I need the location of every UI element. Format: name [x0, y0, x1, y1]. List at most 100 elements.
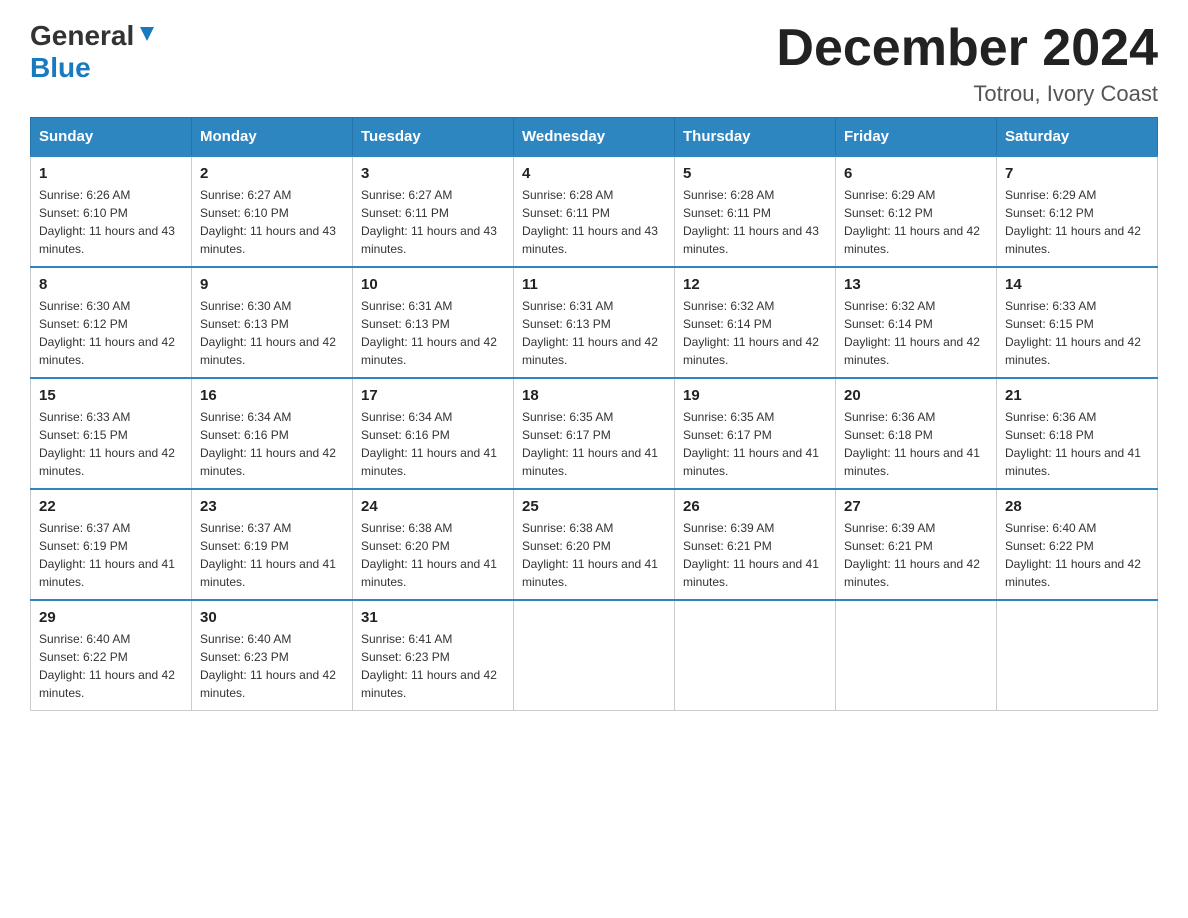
calendar-day-cell: 8 Sunrise: 6:30 AMSunset: 6:12 PMDayligh… — [31, 267, 192, 378]
day-info: Sunrise: 6:29 AMSunset: 6:12 PMDaylight:… — [844, 188, 980, 256]
day-info: Sunrise: 6:41 AMSunset: 6:23 PMDaylight:… — [361, 632, 497, 700]
day-number: 20 — [844, 387, 988, 404]
calendar-day-cell — [836, 600, 997, 711]
calendar-day-cell: 9 Sunrise: 6:30 AMSunset: 6:13 PMDayligh… — [192, 267, 353, 378]
calendar-day-cell: 25 Sunrise: 6:38 AMSunset: 6:20 PMDaylig… — [514, 489, 675, 600]
day-info: Sunrise: 6:40 AMSunset: 6:23 PMDaylight:… — [200, 632, 336, 700]
day-info: Sunrise: 6:29 AMSunset: 6:12 PMDaylight:… — [1005, 188, 1141, 256]
day-number: 31 — [361, 609, 505, 626]
day-number: 2 — [200, 165, 344, 182]
day-info: Sunrise: 6:38 AMSunset: 6:20 PMDaylight:… — [522, 521, 658, 589]
day-info: Sunrise: 6:30 AMSunset: 6:12 PMDaylight:… — [39, 299, 175, 367]
calendar-day-cell — [997, 600, 1158, 711]
calendar-week-row: 1 Sunrise: 6:26 AMSunset: 6:10 PMDayligh… — [31, 156, 1158, 267]
day-number: 19 — [683, 387, 827, 404]
calendar-day-cell: 4 Sunrise: 6:28 AMSunset: 6:11 PMDayligh… — [514, 156, 675, 267]
day-info: Sunrise: 6:38 AMSunset: 6:20 PMDaylight:… — [361, 521, 497, 589]
day-number: 14 — [1005, 276, 1149, 293]
logo-arrow-icon — [134, 27, 158, 45]
day-number: 4 — [522, 165, 666, 182]
calendar-day-cell — [514, 600, 675, 711]
calendar-day-cell: 17 Sunrise: 6:34 AMSunset: 6:16 PMDaylig… — [353, 378, 514, 489]
calendar-day-cell: 28 Sunrise: 6:40 AMSunset: 6:22 PMDaylig… — [997, 489, 1158, 600]
day-number: 29 — [39, 609, 183, 626]
calendar-day-cell — [675, 600, 836, 711]
day-info: Sunrise: 6:35 AMSunset: 6:17 PMDaylight:… — [683, 410, 819, 478]
calendar-day-cell: 15 Sunrise: 6:33 AMSunset: 6:15 PMDaylig… — [31, 378, 192, 489]
day-number: 25 — [522, 498, 666, 515]
day-number: 21 — [1005, 387, 1149, 404]
day-number: 26 — [683, 498, 827, 515]
calendar-day-cell: 27 Sunrise: 6:39 AMSunset: 6:21 PMDaylig… — [836, 489, 997, 600]
title-block: December 2024 Totrou, Ivory Coast — [776, 20, 1158, 107]
day-number: 28 — [1005, 498, 1149, 515]
calendar-day-cell: 13 Sunrise: 6:32 AMSunset: 6:14 PMDaylig… — [836, 267, 997, 378]
page-subtitle: Totrou, Ivory Coast — [776, 81, 1158, 107]
calendar-day-cell: 1 Sunrise: 6:26 AMSunset: 6:10 PMDayligh… — [31, 156, 192, 267]
calendar-day-cell: 2 Sunrise: 6:27 AMSunset: 6:10 PMDayligh… — [192, 156, 353, 267]
calendar-header-row: Sunday Monday Tuesday Wednesday Thursday… — [31, 118, 1158, 157]
day-info: Sunrise: 6:34 AMSunset: 6:16 PMDaylight:… — [361, 410, 497, 478]
calendar-day-cell: 21 Sunrise: 6:36 AMSunset: 6:18 PMDaylig… — [997, 378, 1158, 489]
calendar-day-cell: 31 Sunrise: 6:41 AMSunset: 6:23 PMDaylig… — [353, 600, 514, 711]
header-friday: Friday — [836, 118, 997, 157]
calendar-day-cell: 26 Sunrise: 6:39 AMSunset: 6:21 PMDaylig… — [675, 489, 836, 600]
day-number: 5 — [683, 165, 827, 182]
calendar-week-row: 22 Sunrise: 6:37 AMSunset: 6:19 PMDaylig… — [31, 489, 1158, 600]
calendar-day-cell: 14 Sunrise: 6:33 AMSunset: 6:15 PMDaylig… — [997, 267, 1158, 378]
calendar-day-cell: 22 Sunrise: 6:37 AMSunset: 6:19 PMDaylig… — [31, 489, 192, 600]
header-saturday: Saturday — [997, 118, 1158, 157]
calendar-table: Sunday Monday Tuesday Wednesday Thursday… — [30, 117, 1158, 711]
day-info: Sunrise: 6:33 AMSunset: 6:15 PMDaylight:… — [39, 410, 175, 478]
day-number: 16 — [200, 387, 344, 404]
calendar-day-cell: 18 Sunrise: 6:35 AMSunset: 6:17 PMDaylig… — [514, 378, 675, 489]
calendar-day-cell: 23 Sunrise: 6:37 AMSunset: 6:19 PMDaylig… — [192, 489, 353, 600]
day-info: Sunrise: 6:35 AMSunset: 6:17 PMDaylight:… — [522, 410, 658, 478]
day-info: Sunrise: 6:31 AMSunset: 6:13 PMDaylight:… — [361, 299, 497, 367]
calendar-day-cell: 19 Sunrise: 6:35 AMSunset: 6:17 PMDaylig… — [675, 378, 836, 489]
day-info: Sunrise: 6:31 AMSunset: 6:13 PMDaylight:… — [522, 299, 658, 367]
day-info: Sunrise: 6:32 AMSunset: 6:14 PMDaylight:… — [844, 299, 980, 367]
day-info: Sunrise: 6:27 AMSunset: 6:10 PMDaylight:… — [200, 188, 336, 256]
day-info: Sunrise: 6:36 AMSunset: 6:18 PMDaylight:… — [1005, 410, 1141, 478]
calendar-day-cell: 11 Sunrise: 6:31 AMSunset: 6:13 PMDaylig… — [514, 267, 675, 378]
calendar-day-cell: 5 Sunrise: 6:28 AMSunset: 6:11 PMDayligh… — [675, 156, 836, 267]
day-info: Sunrise: 6:40 AMSunset: 6:22 PMDaylight:… — [39, 632, 175, 700]
calendar-day-cell: 30 Sunrise: 6:40 AMSunset: 6:23 PMDaylig… — [192, 600, 353, 711]
logo-general-text: General — [30, 20, 134, 52]
day-number: 23 — [200, 498, 344, 515]
day-info: Sunrise: 6:30 AMSunset: 6:13 PMDaylight:… — [200, 299, 336, 367]
day-number: 17 — [361, 387, 505, 404]
day-info: Sunrise: 6:40 AMSunset: 6:22 PMDaylight:… — [1005, 521, 1141, 589]
day-info: Sunrise: 6:28 AMSunset: 6:11 PMDaylight:… — [522, 188, 658, 256]
day-number: 1 — [39, 165, 183, 182]
day-info: Sunrise: 6:26 AMSunset: 6:10 PMDaylight:… — [39, 188, 175, 256]
page-header: General Blue December 2024 Totrou, Ivory… — [30, 20, 1158, 107]
day-info: Sunrise: 6:32 AMSunset: 6:14 PMDaylight:… — [683, 299, 819, 367]
day-number: 12 — [683, 276, 827, 293]
day-info: Sunrise: 6:39 AMSunset: 6:21 PMDaylight:… — [683, 521, 819, 589]
calendar-day-cell: 7 Sunrise: 6:29 AMSunset: 6:12 PMDayligh… — [997, 156, 1158, 267]
calendar-week-row: 8 Sunrise: 6:30 AMSunset: 6:12 PMDayligh… — [31, 267, 1158, 378]
day-info: Sunrise: 6:27 AMSunset: 6:11 PMDaylight:… — [361, 188, 497, 256]
header-thursday: Thursday — [675, 118, 836, 157]
day-info: Sunrise: 6:37 AMSunset: 6:19 PMDaylight:… — [200, 521, 336, 589]
day-info: Sunrise: 6:34 AMSunset: 6:16 PMDaylight:… — [200, 410, 336, 478]
day-number: 3 — [361, 165, 505, 182]
calendar-week-row: 29 Sunrise: 6:40 AMSunset: 6:22 PMDaylig… — [31, 600, 1158, 711]
calendar-day-cell: 16 Sunrise: 6:34 AMSunset: 6:16 PMDaylig… — [192, 378, 353, 489]
day-info: Sunrise: 6:37 AMSunset: 6:19 PMDaylight:… — [39, 521, 175, 589]
day-info: Sunrise: 6:33 AMSunset: 6:15 PMDaylight:… — [1005, 299, 1141, 367]
header-monday: Monday — [192, 118, 353, 157]
header-sunday: Sunday — [31, 118, 192, 157]
day-number: 13 — [844, 276, 988, 293]
day-number: 9 — [200, 276, 344, 293]
header-tuesday: Tuesday — [353, 118, 514, 157]
day-number: 11 — [522, 276, 666, 293]
day-number: 30 — [200, 609, 344, 626]
day-number: 22 — [39, 498, 183, 515]
day-info: Sunrise: 6:28 AMSunset: 6:11 PMDaylight:… — [683, 188, 819, 256]
logo: General Blue — [30, 20, 158, 84]
header-wednesday: Wednesday — [514, 118, 675, 157]
day-number: 24 — [361, 498, 505, 515]
